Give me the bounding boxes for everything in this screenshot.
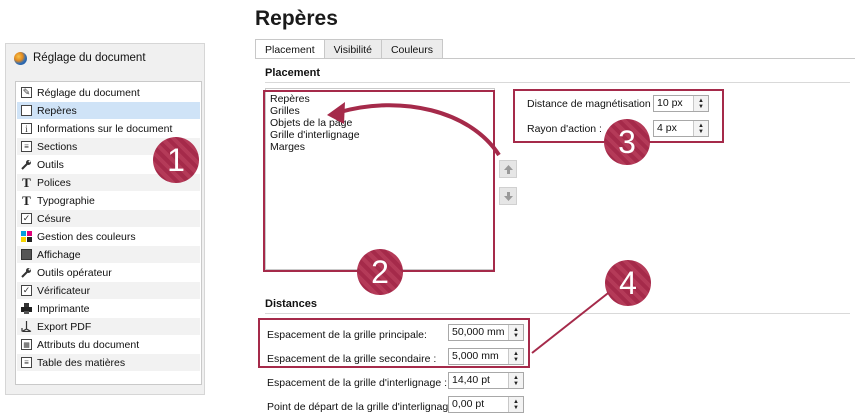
callout-4-connector: [531, 289, 613, 354]
callout-badge-2: 2: [357, 249, 403, 295]
callout-badge-4: 4: [605, 260, 651, 306]
arrowhead-icon: [327, 102, 345, 124]
annotation-arrows: [327, 102, 613, 354]
callout-badge-1: 1: [153, 137, 199, 183]
callout-badge-3: 3: [604, 119, 650, 165]
curved-arrow-shaft: [339, 103, 501, 157]
